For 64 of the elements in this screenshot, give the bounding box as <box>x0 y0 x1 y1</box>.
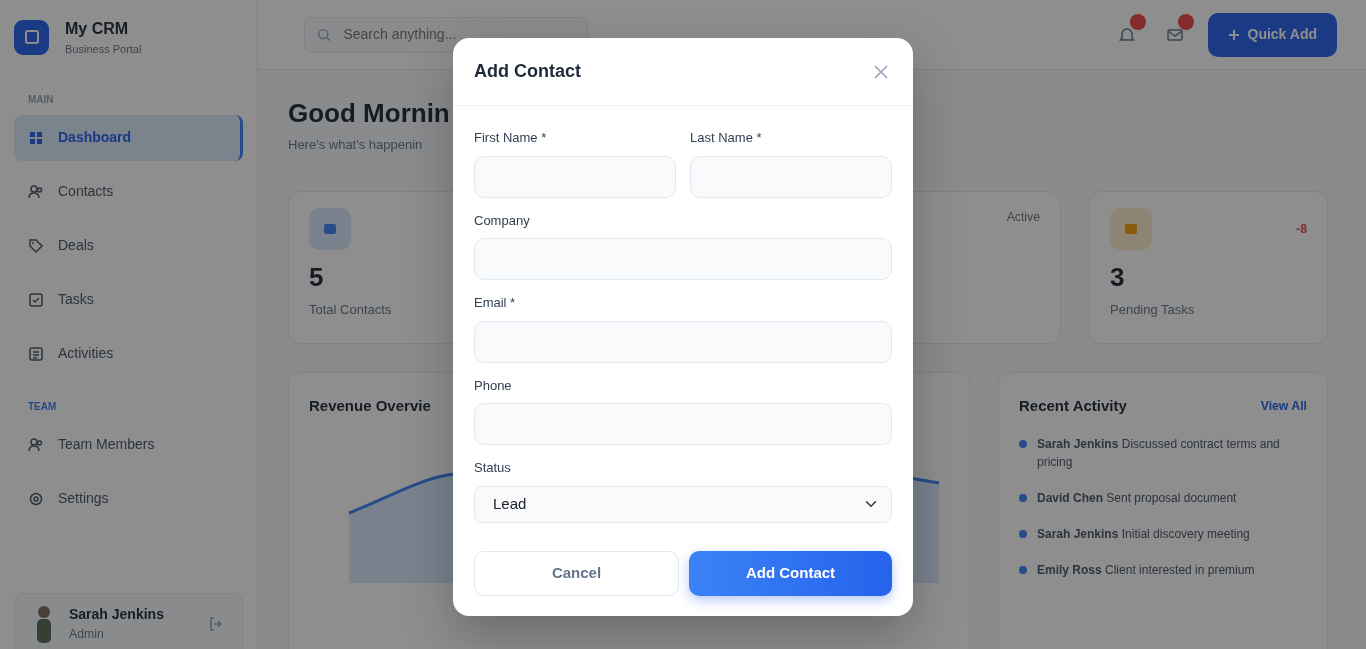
app-name: My CRM <box>65 19 130 39</box>
submit-button[interactable]: Add Contact <box>689 550 892 596</box>
checkbox-icon <box>28 291 44 308</box>
page-title: Good Mornin <box>288 98 451 130</box>
section-label: TEAM <box>28 399 58 414</box>
activity-text: Emily Ross Client interested in premium <box>1037 562 1255 580</box>
input-field[interactable] <box>474 238 892 280</box>
field-label: Last Name * <box>690 129 762 147</box>
notification-dot <box>1129 13 1146 30</box>
input-field[interactable] <box>474 155 676 198</box>
stat-value: 5 <box>309 263 325 290</box>
search-field[interactable]: Search anything... <box>341 23 575 46</box>
input-field[interactable] <box>474 320 892 363</box>
timeline-dot <box>1019 530 1027 539</box>
nav-item[interactable]: Deals <box>14 222 243 269</box>
field-label: Status <box>474 459 511 477</box>
cancel-button[interactable]: Cancel <box>474 550 679 596</box>
card-title: Revenue Overvie <box>309 395 432 416</box>
bell-icon[interactable] <box>1117 25 1136 44</box>
card-title: Recent Activity <box>1019 395 1127 416</box>
search-icon <box>317 26 332 43</box>
users-icon <box>28 183 44 200</box>
nav-item[interactable]: Activities <box>14 330 243 377</box>
user-role: Admin <box>69 626 105 643</box>
nav-item[interactable]: Contacts <box>14 168 243 215</box>
input-field[interactable] <box>474 403 892 445</box>
grid-icon <box>28 129 44 146</box>
status-select[interactable]: Lead <box>474 485 892 523</box>
stat-value: 3 <box>1110 263 1126 290</box>
section-label: MAIN <box>28 92 55 107</box>
field-label: Email * <box>474 294 516 312</box>
field-label: Phone <box>474 376 512 395</box>
nav-item[interactable]: Dashboard <box>14 114 243 161</box>
notification-dot <box>1177 13 1194 30</box>
quick-add-button[interactable]: Quick Add <box>1207 12 1337 57</box>
field-label: Company <box>474 211 530 230</box>
activity-text: David Chen Sent proposal document <box>1037 490 1237 508</box>
app-subtitle: Business Portal <box>65 42 142 57</box>
timeline-dot <box>1019 494 1027 503</box>
nav-item[interactable]: Team Members <box>14 421 243 468</box>
user-name: Sarah Jenkins <box>69 605 165 624</box>
modal-title: Add Contact <box>474 60 581 83</box>
activity-text: Sarah Jenkins Initial discovery meeting <box>1037 526 1250 544</box>
status-label: Active <box>1006 208 1040 226</box>
users-icon <box>28 436 44 453</box>
trend-label: -8 <box>1296 220 1307 238</box>
stat-label: Pending Tasks <box>1110 300 1195 319</box>
view-all-link[interactable]: View All <box>1260 396 1307 416</box>
nav-item[interactable]: Tasks <box>14 276 243 323</box>
plus-icon <box>1227 28 1240 41</box>
logo-icon <box>14 19 49 55</box>
logout-icon[interactable] <box>208 615 224 632</box>
stat-label: Total Contacts <box>309 300 392 319</box>
close-icon <box>874 64 888 79</box>
timeline-dot <box>1019 566 1027 575</box>
timeline-dot <box>1019 440 1027 449</box>
field-label: First Name * <box>474 129 547 147</box>
tag-icon <box>28 237 44 254</box>
nav-item[interactable]: Settings <box>14 475 243 522</box>
list-icon <box>28 345 44 362</box>
settings-icon <box>28 490 44 507</box>
activity-text: Sarah Jenkins Discussed contract terms and pricing <box>1037 436 1281 472</box>
page-subtitle: Here's what's happenin <box>288 136 423 155</box>
input-field[interactable] <box>690 155 892 198</box>
